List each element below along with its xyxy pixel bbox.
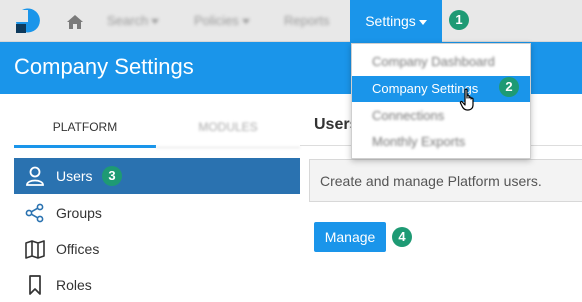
sidebar-item-offices[interactable]: Offices (14, 231, 300, 267)
sidebar-item-groups[interactable]: Groups (14, 195, 300, 231)
section-description: Create and manage Platform users. (320, 173, 542, 189)
nav-policies-menu[interactable]: Policies (194, 0, 250, 42)
menu-item-monthly-exports[interactable]: Monthly Exports (352, 129, 530, 155)
map-icon (25, 240, 45, 259)
nav-policies-label: Policies (194, 13, 239, 28)
chevron-down-icon (151, 19, 160, 25)
nav-search-menu[interactable]: Search (107, 0, 160, 42)
menu-item-connections[interactable]: Connections (352, 103, 530, 129)
step-callout-3: 3 (102, 166, 122, 186)
sidebar-item-users[interactable]: Users (14, 158, 300, 194)
settings-dropdown-menu: Company Dashboard Company Settings Conne… (351, 43, 531, 159)
chevron-down-icon (241, 19, 250, 25)
nav-settings-label: Settings (365, 13, 416, 29)
sidebar-item-label: Users (56, 168, 93, 184)
top-navbar: Search Policies Reports Settings (0, 0, 582, 42)
page-title: Company Settings (14, 54, 194, 79)
brand-logo-icon[interactable] (14, 8, 40, 34)
nav-reports-label: Reports (284, 13, 330, 28)
bookmark-icon (29, 275, 41, 295)
home-icon (67, 14, 83, 29)
step-callout-1: 1 (449, 10, 469, 30)
sidebar-item-label: Roles (56, 277, 92, 293)
tab-platform[interactable]: PLATFORM (14, 108, 156, 148)
tab-modules[interactable]: MODULES (156, 108, 300, 148)
sidebar-item-label: Groups (56, 205, 102, 221)
user-icon (26, 166, 44, 186)
step-callout-2: 2 (499, 77, 519, 97)
description-panel: Create and manage Platform users. (309, 159, 582, 202)
home-nav-item[interactable] (60, 0, 90, 42)
chevron-down-icon (418, 19, 427, 25)
step-callout-4: 4 (392, 227, 412, 247)
sidebar-item-label: Offices (56, 241, 100, 257)
nav-reports-link[interactable]: Reports (284, 0, 330, 42)
menu-item-company-dashboard[interactable]: Company Dashboard (352, 49, 530, 75)
settings-tabs: PLATFORM MODULES (14, 108, 300, 148)
nav-settings-menu[interactable]: Settings (350, 0, 442, 42)
hand-pointer-icon (459, 88, 474, 111)
share-icon (25, 203, 44, 223)
manage-button[interactable]: Manage (314, 222, 386, 252)
sidebar-item-roles[interactable]: Roles (14, 267, 300, 302)
nav-search-label: Search (107, 13, 149, 28)
